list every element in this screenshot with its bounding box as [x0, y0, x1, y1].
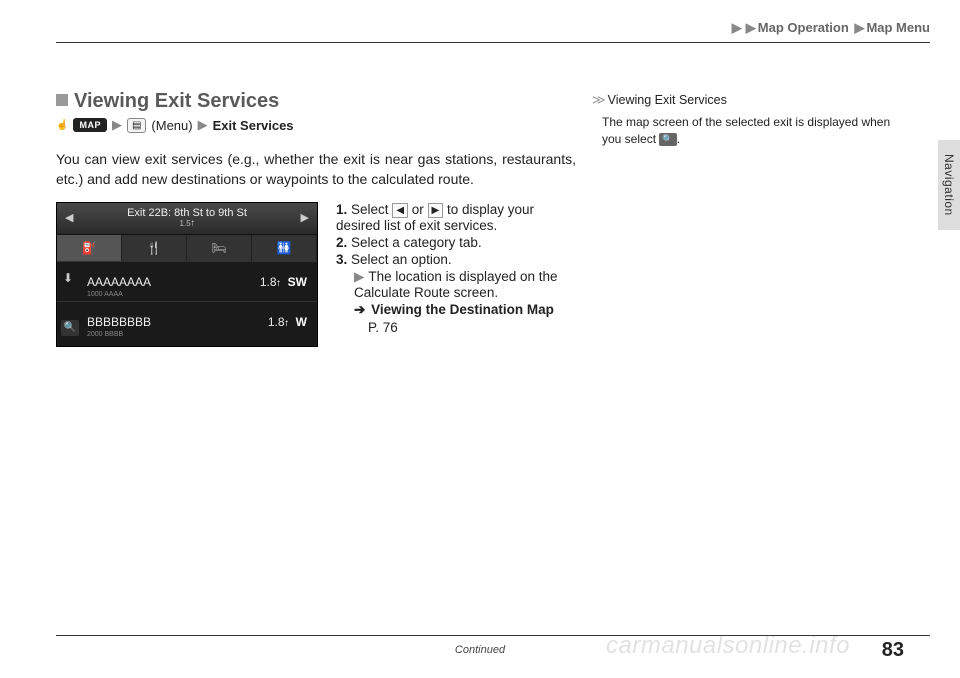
left-key-icon: ◀: [392, 203, 408, 218]
step-3-text: Select an option.: [351, 252, 452, 267]
up-arrow-icon: ⭡: [191, 219, 195, 228]
lodging-tab-icon: 🛏: [187, 235, 252, 261]
screenshot-title: Exit 22B: 8th St to 9th St: [127, 207, 247, 219]
poi-direction: W: [296, 315, 307, 329]
top-rule: [56, 42, 930, 43]
restroom-tab-icon: 🚻: [252, 235, 317, 261]
poi-distance: 1.8: [268, 315, 285, 329]
list-item: AAAAAAAA 1000 AAAA 1.8⭡ SW: [57, 261, 317, 301]
cross-ref-page-text: P. 76: [368, 320, 398, 335]
triangle-bullet-icon: ▶: [354, 269, 364, 284]
up-arrow-icon: ⭡: [277, 279, 281, 288]
screenshot-sub: 1.5: [180, 219, 191, 228]
right-key-icon: ▶: [428, 203, 444, 218]
category-tabs: ⛽ 🍴 🛏 🚻: [57, 235, 317, 261]
cross-ref: ➔ Viewing the Destination Map: [336, 302, 576, 318]
step-2-text: Select a category tab.: [351, 235, 482, 250]
chevron-right-icon: ▶: [732, 20, 742, 35]
poi-distance: 1.8: [260, 275, 277, 289]
breadcrumb-a: Map Operation: [758, 20, 849, 35]
body-paragraph: You can view exit services (e.g., whethe…: [56, 149, 576, 190]
screenshot-header: ◀ Exit 22B: 8th St to 9th St 1.5⭡ ▶: [57, 203, 317, 235]
breadcrumb: ▶▶Map Operation ▶Map Menu: [730, 20, 930, 36]
chevron-right-icon: ▶: [746, 20, 756, 35]
section-heading-text: Viewing Exit Services: [74, 90, 279, 112]
chevron-right-icon: ▶: [112, 117, 122, 133]
section-tab-label: Navigation: [942, 154, 956, 216]
prev-exit-arrow-icon: ◀: [65, 211, 73, 224]
square-bullet-icon: [56, 94, 68, 106]
side-note-body-b: .: [677, 132, 680, 146]
poi-name: AAAAAAAA: [87, 275, 151, 289]
poi-sub: 2000 BBBB: [87, 331, 123, 338]
side-note-body-a: The map screen of the selected exit is d…: [602, 115, 890, 146]
menu-button-icon: ▤: [127, 118, 146, 133]
step-3-sub: ▶The location is displayed on the Calcul…: [336, 269, 576, 300]
section-heading: Viewing Exit Services: [56, 90, 576, 113]
poi-sub: 1000 AAAA: [87, 291, 123, 298]
cross-ref-page: P. 76: [336, 320, 576, 335]
step-3-sub-text: The location is displayed on the Calcula…: [354, 269, 558, 300]
step-1b: or: [408, 202, 428, 217]
main-content: Viewing Exit Services ☝ MAP ▶ ▤ (Menu) ▶…: [56, 90, 576, 347]
double-chevron-icon: ≫: [592, 92, 606, 107]
watermark: carmanualsonline.info: [606, 632, 850, 660]
breadcrumb-b: Map Menu: [866, 20, 930, 35]
step-1a: Select: [351, 202, 392, 217]
map-zoom-icon: 🔍: [659, 133, 676, 146]
poi-name: BBBBBBBB: [87, 315, 151, 329]
restaurant-tab-icon: 🍴: [122, 235, 187, 261]
side-note-title: ≫Viewing Exit Services: [592, 92, 892, 108]
poi-direction: SW: [288, 275, 307, 289]
section-tab-navigation: Navigation: [938, 140, 960, 230]
menu-label: (Menu): [151, 118, 192, 133]
step-3: 3. Select an option.: [336, 252, 576, 267]
map-zoom-icon: 🔍: [61, 320, 79, 336]
link-arrow-icon: ➔: [354, 302, 365, 317]
side-note-title-text: Viewing Exit Services: [608, 93, 727, 107]
up-arrow-icon: ⭡: [285, 319, 289, 328]
button-sequence: ☝ MAP ▶ ▤ (Menu) ▶ Exit Services: [56, 117, 576, 133]
map-button-label: MAP: [73, 118, 107, 132]
device-screenshot: ◀ Exit 22B: 8th St to 9th St 1.5⭡ ▶ ⛽ 🍴 …: [56, 202, 318, 347]
chevron-right-icon: ▶: [198, 117, 208, 133]
chevron-right-icon: ▶: [854, 20, 864, 35]
step-2: 2. Select a category tab.: [336, 235, 576, 250]
step-1: 1. Select ◀ or ▶ to display your desired…: [336, 202, 576, 233]
side-note-body: The map screen of the selected exit is d…: [592, 114, 892, 149]
step-list: 1. Select ◀ or ▶ to display your desired…: [336, 202, 576, 347]
side-note: ≫Viewing Exit Services The map screen of…: [592, 92, 892, 149]
hand-icon: ☝: [56, 120, 68, 131]
fuel-tab-icon: ⛽: [57, 235, 122, 261]
continued-label: Continued: [455, 644, 505, 656]
exit-services-label: Exit Services: [213, 118, 294, 133]
list-item: BBBBBBBB 2000 BBBB 1.8⭡ W: [57, 301, 317, 341]
page-number: 83: [882, 639, 904, 662]
next-exit-arrow-icon: ▶: [301, 211, 309, 224]
cross-ref-label: Viewing the Destination Map: [371, 302, 554, 317]
